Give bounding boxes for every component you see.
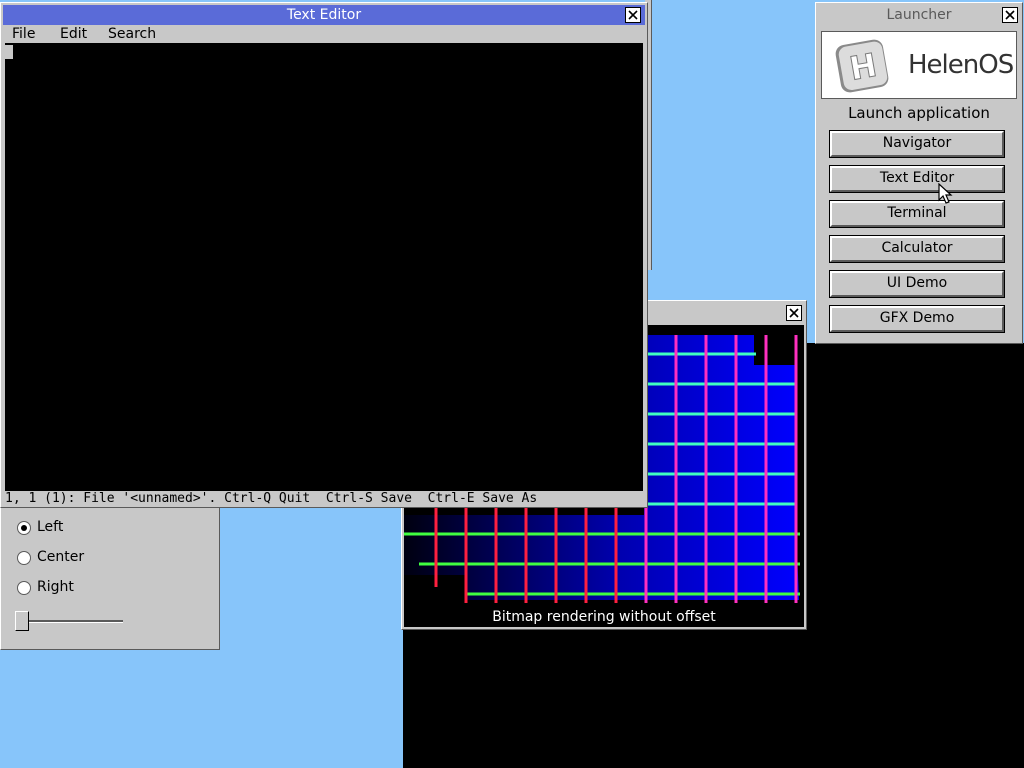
text-editor-window: Text Editor File Edit Search 1, 1 (1): F…: [0, 2, 648, 508]
helenos-logo-icon: H: [835, 39, 889, 93]
status-bar: 1, 1 (1): File '<unnamed>'. Ctrl-Q Quit …: [5, 491, 538, 506]
radio-right-row[interactable]: Right: [15, 579, 165, 597]
launcher-window: Launcher H HelenOS Launch application Na…: [815, 2, 1023, 344]
menu-edit[interactable]: Edit: [60, 26, 87, 43]
slider-thumb[interactable]: [15, 611, 29, 631]
radio-center[interactable]: [17, 551, 31, 565]
calculator-button[interactable]: Calculator: [829, 235, 1005, 263]
text-editor-button[interactable]: Text Editor: [829, 165, 1005, 193]
radio-right[interactable]: [17, 581, 31, 595]
launcher-heading: Launch application: [848, 104, 990, 122]
editor-text-area[interactable]: [5, 43, 643, 491]
navigator-button[interactable]: Navigator: [829, 130, 1005, 158]
radio-center-row[interactable]: Center: [15, 549, 165, 567]
helenos-logo-text: HelenOS: [908, 50, 1014, 80]
radio-left-row[interactable]: Left: [15, 519, 165, 537]
launcher-close-button[interactable]: [1002, 7, 1018, 23]
helenos-logo: H HelenOS: [821, 31, 1017, 99]
close-icon: [628, 10, 638, 20]
text-editor-title: Text Editor: [286, 7, 362, 23]
radio-left[interactable]: [17, 521, 31, 535]
text-editor-close-button[interactable]: [625, 7, 641, 23]
launcher-title: Launcher: [886, 7, 952, 23]
terminal-button[interactable]: Terminal: [829, 200, 1005, 228]
gfx-demo-caption: Bitmap rendering without offset: [404, 607, 804, 627]
radio-center-label: Center: [37, 549, 85, 565]
gfx-demo-button[interactable]: GFX Demo: [829, 305, 1005, 333]
radio-right-label: Right: [37, 579, 74, 595]
close-icon: [789, 308, 799, 318]
close-icon: [1005, 10, 1015, 20]
gfx-demo-close-button[interactable]: [786, 305, 802, 321]
text-cursor: [5, 45, 13, 59]
radio-left-label: Left: [37, 519, 64, 535]
ui-demo-window: Left Center Right: [0, 500, 220, 650]
menu-search[interactable]: Search: [108, 26, 156, 43]
menu-bar: File Edit Search: [3, 26, 645, 43]
launcher-titlebar[interactable]: Launcher: [818, 5, 1020, 25]
slider-track[interactable]: [19, 620, 123, 623]
ui-demo-button[interactable]: UI Demo: [829, 270, 1005, 298]
menu-file[interactable]: File: [12, 26, 35, 43]
text-editor-titlebar[interactable]: Text Editor: [3, 5, 645, 25]
mouse-pointer-icon: [938, 183, 953, 204]
